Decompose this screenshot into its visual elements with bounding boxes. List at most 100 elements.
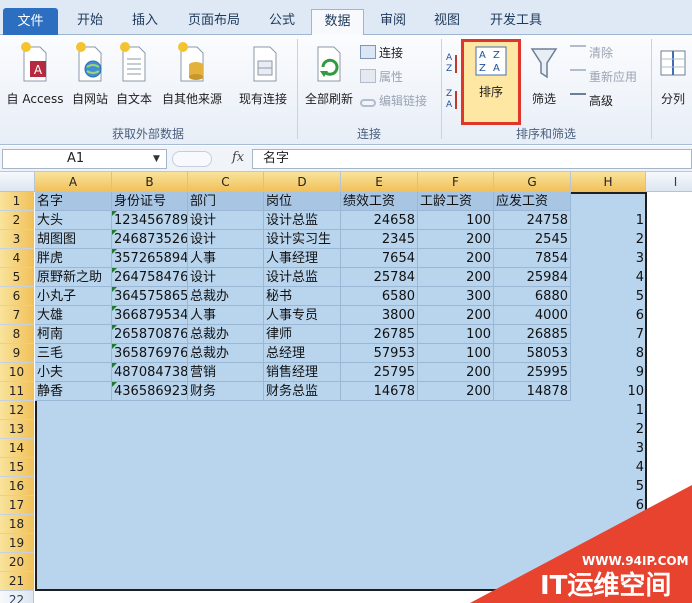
table-cell[interactable]: 24658 (341, 211, 418, 230)
column-header-h[interactable]: H (571, 172, 646, 192)
table-cell[interactable]: 胡图图 (35, 230, 112, 249)
column-header-b[interactable]: B (112, 172, 188, 192)
table-cell[interactable]: 58053 (494, 344, 571, 363)
table-cell[interactable]: 436586923 (112, 382, 188, 401)
column-header-a[interactable]: A (35, 172, 112, 192)
table-cell[interactable]: 14878 (494, 382, 571, 401)
column-header-e[interactable]: E (341, 172, 418, 192)
table-cell[interactable]: 100 (418, 325, 494, 344)
row-header-6[interactable]: 6 (0, 287, 34, 306)
table-cell[interactable]: 3 (571, 249, 644, 268)
advanced-button[interactable]: 高级 (570, 91, 613, 111)
clear-button[interactable]: 清除 (570, 43, 613, 63)
tab-review[interactable]: 审阅 (368, 9, 418, 35)
row-header-4[interactable]: 4 (0, 249, 34, 268)
edit-links-button[interactable]: 编辑链接 (360, 91, 427, 111)
table-header-cell[interactable]: 岗位 (264, 192, 341, 211)
table-cell[interactable]: 3 (571, 439, 644, 458)
table-cell[interactable]: 7854 (494, 249, 571, 268)
column-header-c[interactable]: C (188, 172, 264, 192)
table-cell[interactable]: 原野新之助 (35, 268, 112, 287)
tab-file[interactable]: 文件 (3, 8, 58, 35)
column-header-d[interactable]: D (264, 172, 341, 192)
table-cell[interactable]: 人事 (188, 249, 264, 268)
table-cell[interactable]: 10 (571, 382, 644, 401)
table-cell[interactable]: 1 (571, 401, 644, 420)
table-cell[interactable]: 销售经理 (264, 363, 341, 382)
table-cell[interactable]: 柯南 (35, 325, 112, 344)
table-cell[interactable]: 25995 (494, 363, 571, 382)
table-cell[interactable]: 3800 (341, 306, 418, 325)
table-cell[interactable]: 14678 (341, 382, 418, 401)
table-cell[interactable]: 设计总监 (264, 211, 341, 230)
table-cell[interactable]: 人事经理 (264, 249, 341, 268)
table-cell[interactable]: 26885 (494, 325, 571, 344)
table-cell[interactable]: 设计总监 (264, 268, 341, 287)
table-cell[interactable]: 4 (571, 268, 644, 287)
table-cell[interactable]: 246873526 (112, 230, 188, 249)
table-cell[interactable]: 总裁办 (188, 325, 264, 344)
table-cell[interactable]: 7 (571, 325, 644, 344)
formula-bar-resize-handle[interactable] (172, 151, 212, 167)
row-header-5[interactable]: 5 (0, 268, 34, 287)
tab-developer[interactable]: 开发工具 (478, 9, 554, 35)
table-cell[interactable]: 财务总监 (264, 382, 341, 401)
table-cell[interactable]: 总经理 (264, 344, 341, 363)
chevron-down-icon[interactable]: ▼ (153, 154, 160, 164)
existing-connections-button[interactable]: 现有连接 (230, 41, 296, 107)
table-cell[interactable]: 265870876 (112, 325, 188, 344)
table-cell[interactable]: 小丸子 (35, 287, 112, 306)
sort-ascending-button[interactable]: A Z (445, 51, 459, 74)
from-web-button[interactable]: 自网站 (68, 41, 112, 107)
row-header-8[interactable]: 8 (0, 325, 34, 344)
row-header-13[interactable]: 13 (0, 420, 34, 439)
column-header-g[interactable]: G (494, 172, 571, 192)
table-cell[interactable]: 静香 (35, 382, 112, 401)
from-access-button[interactable]: A 自 Access (2, 41, 68, 107)
table-cell[interactable]: 2 (571, 230, 644, 249)
table-cell[interactable]: 大雄 (35, 306, 112, 325)
table-header-cell[interactable]: 绩效工资 (341, 192, 418, 211)
table-cell[interactable]: 25984 (494, 268, 571, 287)
sort-button[interactable]: A Z Z A 排序 (461, 39, 521, 125)
table-cell[interactable]: 2345 (341, 230, 418, 249)
table-cell[interactable]: 57953 (341, 344, 418, 363)
row-header-10[interactable]: 10 (0, 363, 34, 382)
table-cell[interactable]: 1 (571, 211, 644, 230)
properties-button[interactable]: 属性 (360, 67, 403, 87)
table-cell[interactable]: 364575865 (112, 287, 188, 306)
tab-home[interactable]: 开始 (66, 9, 114, 35)
table-cell[interactable]: 26785 (341, 325, 418, 344)
table-cell[interactable]: 小夫 (35, 363, 112, 382)
text-to-columns-button[interactable]: 分列 (654, 41, 692, 107)
tab-view[interactable]: 视图 (422, 9, 472, 35)
refresh-all-button[interactable]: 全部刷新 (300, 41, 358, 107)
table-cell[interactable]: 6580 (341, 287, 418, 306)
name-box[interactable]: A1 (2, 149, 167, 169)
tab-page-layout[interactable]: 页面布局 (176, 9, 252, 35)
from-text-button[interactable]: 自文本 (112, 41, 156, 107)
table-cell[interactable]: 200 (418, 363, 494, 382)
table-header-cell[interactable]: 身份证号 (112, 192, 188, 211)
row-header-14[interactable]: 14 (0, 439, 34, 458)
row-header-1[interactable]: 1 (0, 192, 34, 211)
table-cell[interactable]: 4000 (494, 306, 571, 325)
row-header-17[interactable]: 17 (0, 496, 34, 515)
table-cell[interactable]: 设计实习生 (264, 230, 341, 249)
sort-descending-button[interactable]: Z A (445, 87, 459, 110)
tab-insert[interactable]: 插入 (120, 9, 170, 35)
table-cell[interactable]: 25784 (341, 268, 418, 287)
table-cell[interactable]: 200 (418, 306, 494, 325)
table-cell[interactable]: 100 (418, 211, 494, 230)
select-all-corner[interactable] (0, 172, 35, 192)
row-header-3[interactable]: 3 (0, 230, 34, 249)
filter-button[interactable]: 筛选 (524, 41, 564, 107)
table-cell[interactable]: 总裁办 (188, 344, 264, 363)
connections-button[interactable]: 连接 (360, 43, 403, 63)
table-cell[interactable]: 200 (418, 268, 494, 287)
from-other-sources-button[interactable]: 自其他来源 (156, 41, 228, 107)
table-cell[interactable]: 秘书 (264, 287, 341, 306)
table-cell[interactable]: 8 (571, 344, 644, 363)
row-header-11[interactable]: 11 (0, 382, 34, 401)
reapply-button[interactable]: 重新应用 (570, 67, 637, 87)
